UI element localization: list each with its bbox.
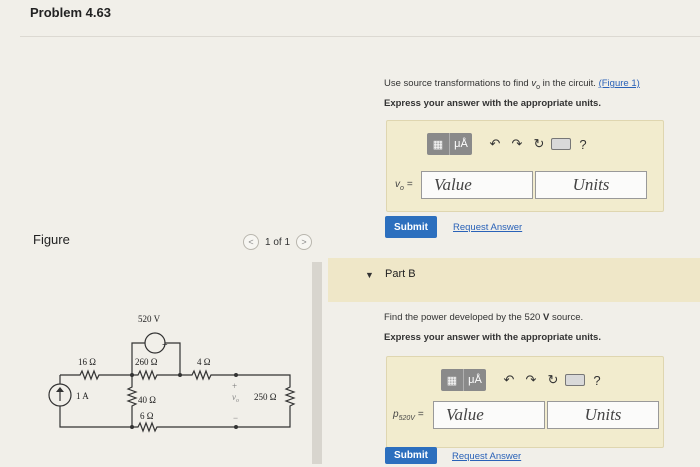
source-plus-sign: + bbox=[162, 340, 168, 351]
part-a-value-input[interactable]: Value bbox=[421, 171, 533, 199]
label-4ohm: 4 Ω bbox=[197, 357, 211, 367]
figure-link[interactable]: (Figure 1) bbox=[599, 78, 640, 89]
p520v-variable-label: p520V = bbox=[393, 409, 424, 422]
part-a-answer-box: ▦ μÅ ↶ ↷ ↻ ? vo = Value Units bbox=[386, 120, 664, 212]
part-b-title[interactable]: Part B bbox=[385, 268, 416, 280]
keyboard-icon[interactable] bbox=[550, 134, 572, 154]
undo-icon[interactable]: ↶ bbox=[498, 370, 520, 390]
part-a-request-answer-link[interactable]: Request Answer bbox=[453, 222, 522, 233]
figure-pager: < 1 of 1 > bbox=[243, 234, 313, 250]
part-b-value-input[interactable]: Value bbox=[433, 401, 545, 429]
next-figure-button[interactable]: > bbox=[296, 234, 313, 250]
part-b-header[interactable] bbox=[328, 258, 700, 302]
label-16ohm: 16 Ω bbox=[78, 357, 96, 367]
part-b-toolbar: ▦ μÅ ↶ ↷ ↻ ? bbox=[441, 369, 608, 391]
part-b-prompt: Find the power developed by the 520 V so… bbox=[384, 312, 584, 323]
part-b-submit-button[interactable]: Submit bbox=[385, 447, 437, 464]
vo-label: vo bbox=[232, 392, 239, 404]
label-520v: 520 V bbox=[138, 314, 161, 324]
units-icon[interactable]: μÅ bbox=[450, 133, 472, 155]
units-icon[interactable]: μÅ bbox=[464, 369, 486, 391]
figure-label: Figure bbox=[33, 232, 70, 247]
reset-icon[interactable]: ↻ bbox=[528, 134, 550, 154]
redo-icon[interactable]: ↷ bbox=[506, 134, 528, 154]
redo-icon[interactable]: ↷ bbox=[520, 370, 542, 390]
reset-icon[interactable]: ↻ bbox=[542, 370, 564, 390]
problem-title: Problem 4.63 bbox=[30, 5, 111, 20]
label-250ohm: 250 Ω bbox=[254, 392, 277, 402]
template-icon[interactable]: ▦ bbox=[427, 133, 450, 155]
vo-variable-label: vo = bbox=[395, 179, 413, 192]
part-a-units-instruction: Express your answer with the appropriate… bbox=[384, 98, 601, 109]
part-b-request-answer-link[interactable]: Request Answer bbox=[452, 451, 521, 462]
part-b-units-input[interactable]: Units bbox=[547, 401, 659, 429]
keyboard-icon[interactable] bbox=[564, 370, 586, 390]
help-icon[interactable]: ? bbox=[572, 134, 594, 154]
label-40ohm: 40 Ω bbox=[138, 395, 156, 405]
part-a-prompt: Use source transformations to find vo in… bbox=[384, 78, 640, 91]
circuit-figure: + 520 V 16 Ω 260 Ω 4 Ω 1 A 40 Ω 6 Ω + vo… bbox=[20, 262, 308, 462]
prev-figure-button[interactable]: < bbox=[243, 234, 259, 250]
collapse-arrow-icon[interactable]: ▼ bbox=[365, 270, 374, 280]
template-button-group[interactable]: ▦ μÅ bbox=[427, 133, 472, 155]
template-button-group[interactable]: ▦ μÅ bbox=[441, 369, 486, 391]
vo-minus: − bbox=[233, 413, 238, 423]
undo-icon[interactable]: ↶ bbox=[484, 134, 506, 154]
part-a-submit-button[interactable]: Submit bbox=[385, 216, 437, 238]
part-b-units-instruction: Express your answer with the appropriate… bbox=[384, 332, 601, 343]
label-6ohm: 6 Ω bbox=[140, 411, 154, 421]
label-260ohm: 260 Ω bbox=[135, 357, 158, 367]
help-icon[interactable]: ? bbox=[586, 370, 608, 390]
part-b-answer-box: ▦ μÅ ↶ ↷ ↻ ? p520V = Value Units bbox=[386, 356, 664, 448]
panel-scrollbar[interactable] bbox=[312, 262, 322, 464]
pager-text: 1 of 1 bbox=[265, 236, 291, 248]
label-1a: 1 A bbox=[76, 391, 89, 401]
part-a-units-input[interactable]: Units bbox=[535, 171, 647, 199]
header-divider bbox=[20, 36, 700, 37]
vo-plus: + bbox=[232, 381, 237, 391]
template-icon[interactable]: ▦ bbox=[441, 369, 464, 391]
part-a-toolbar: ▦ μÅ ↶ ↷ ↻ ? bbox=[427, 133, 594, 155]
